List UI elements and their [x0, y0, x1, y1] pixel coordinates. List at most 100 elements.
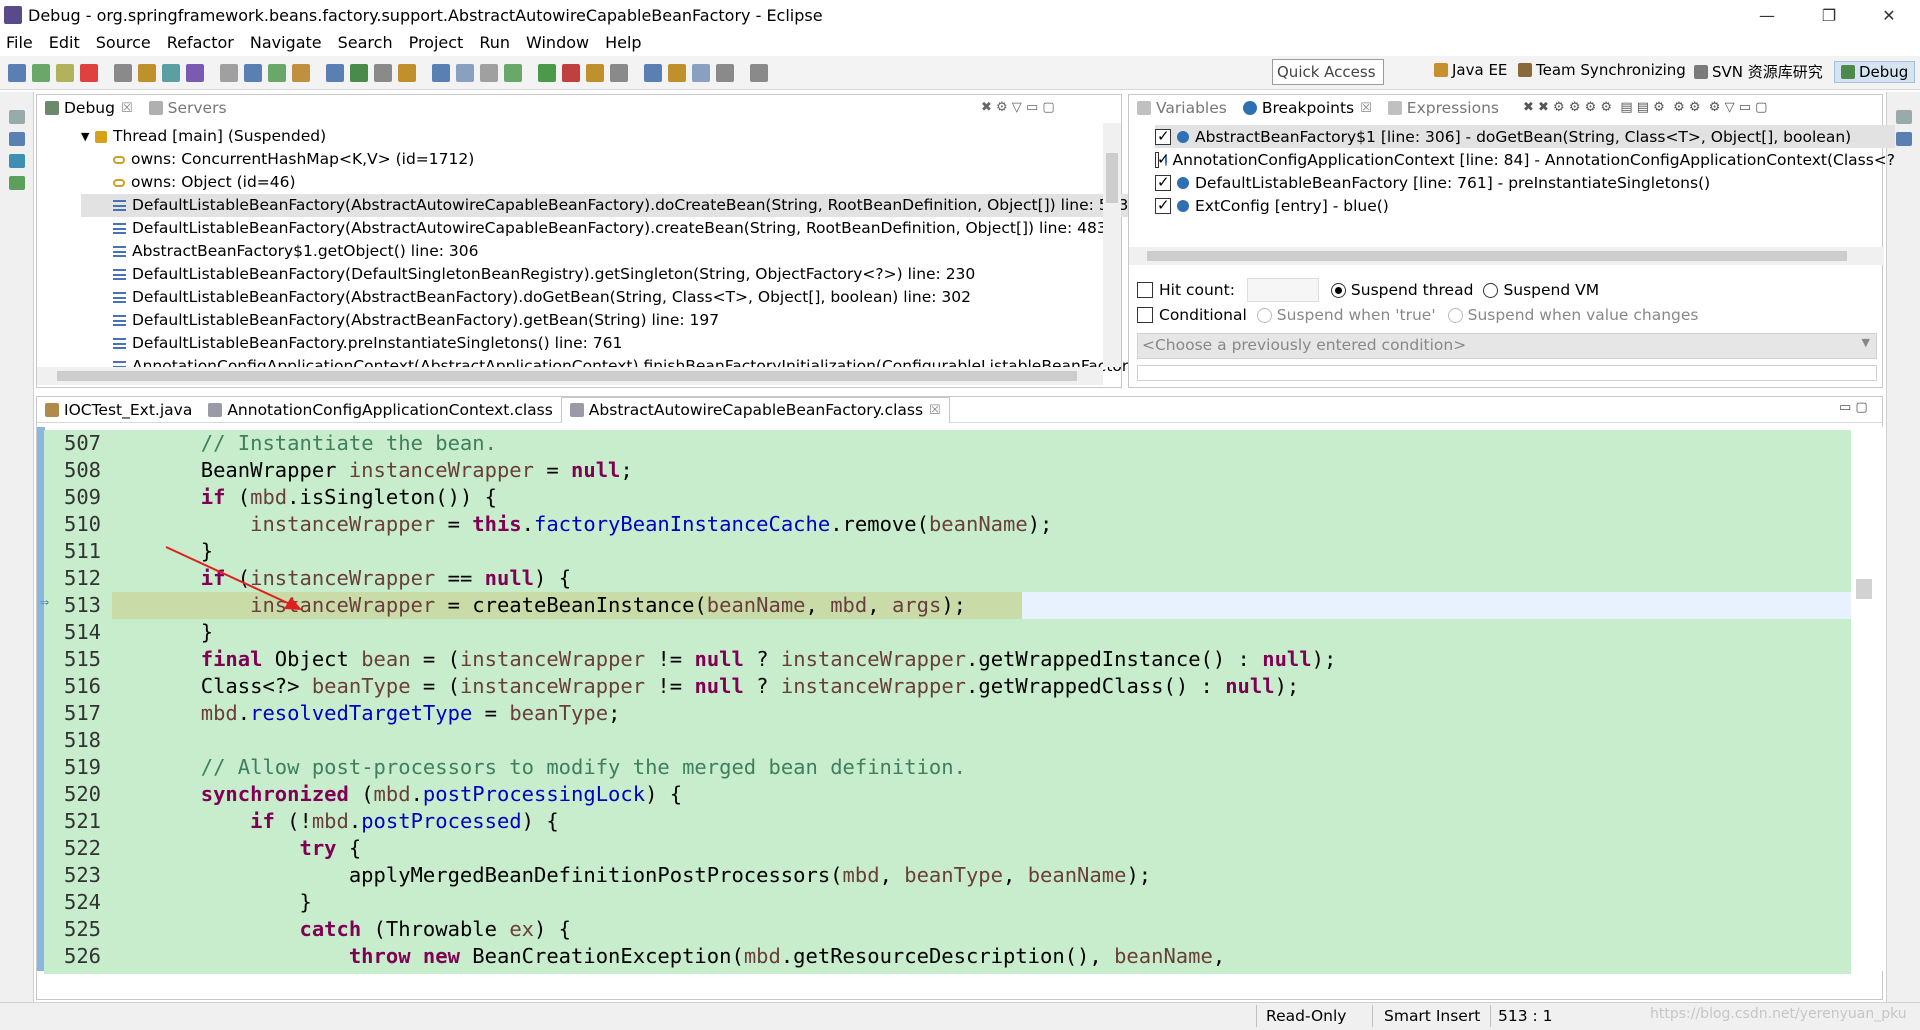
- toolbar-button-icon[interactable]: [562, 64, 580, 82]
- toolbar-button-icon[interactable]: [432, 64, 450, 82]
- scroll-thumb[interactable]: [57, 371, 1077, 381]
- code-line[interactable]: 519 // Allow post-processors to modify t…: [44, 754, 966, 781]
- toolbar-button-icon[interactable]: [80, 64, 98, 82]
- toolbar-button-icon[interactable]: [8, 64, 26, 82]
- hit-count-checkbox[interactable]: [1137, 282, 1153, 298]
- breakpoint-enabled-checkbox[interactable]: [1155, 127, 1171, 145]
- toolbar-button-icon[interactable]: [244, 64, 262, 82]
- breakpoint-item[interactable]: AnnotationConfigApplicationContext [line…: [1155, 148, 1895, 171]
- scroll-thumb[interactable]: [1147, 251, 1847, 261]
- toolbar-button-icon[interactable]: [398, 64, 416, 82]
- toolbar-button-icon[interactable]: [668, 64, 686, 82]
- editor-minmax[interactable]: ▭ ▢: [1839, 400, 1868, 415]
- chevron-down-icon[interactable]: ▼: [1862, 336, 1870, 349]
- tab-expressions[interactable]: Expressions: [1380, 95, 1507, 121]
- editor-tab[interactable]: IOCTest_Ext.java: [37, 397, 200, 423]
- toolbar-button-icon[interactable]: [504, 64, 522, 82]
- breakpoint-enabled-checkbox[interactable]: [1155, 173, 1171, 191]
- toolbar-button-icon[interactable]: [268, 64, 286, 82]
- toolbar-button-icon[interactable]: [292, 64, 310, 82]
- code-line[interactable]: 524 }: [44, 889, 312, 916]
- breakpoint-item[interactable]: AbstractBeanFactory$1 [line: 306] - doGe…: [1155, 125, 1895, 148]
- suspend-thread-radio[interactable]: [1330, 282, 1346, 298]
- chevron-down-icon[interactable]: ▼: [81, 125, 95, 148]
- toolbar-button-icon[interactable]: [456, 64, 474, 82]
- stack-frame[interactable]: DefaultListableBeanFactory(AbstractBeanF…: [81, 309, 1153, 332]
- suspend-when-changes-radio[interactable]: [1447, 307, 1463, 323]
- menu-help[interactable]: Help: [605, 33, 641, 52]
- code-line[interactable]: 509 if (mbd.isSingleton()) {: [44, 484, 497, 511]
- menu-project[interactable]: Project: [409, 33, 464, 52]
- toolbar-button-icon[interactable]: [138, 64, 156, 82]
- quick-access-input[interactable]: Quick Access: [1272, 59, 1384, 85]
- toolbar-button-icon[interactable]: [480, 64, 498, 82]
- breakpoint-enabled-checkbox[interactable]: [1155, 196, 1171, 214]
- close-icon[interactable]: ☒: [121, 101, 133, 116]
- toolbar-button-icon[interactable]: [750, 64, 768, 82]
- minimized-view-icon[interactable]: [9, 110, 25, 124]
- breakpoints-horizontal-scrollbar[interactable]: [1129, 247, 1884, 265]
- menu-run[interactable]: Run: [479, 33, 510, 52]
- outline-icon[interactable]: [1896, 132, 1912, 146]
- toolbar-button-icon[interactable]: [162, 64, 180, 82]
- stack-frame[interactable]: DefaultListableBeanFactory(AbstractAutow…: [81, 194, 1153, 217]
- code-line[interactable]: 515 final Object bean = (instanceWrapper…: [44, 646, 1336, 673]
- view-menu-icon[interactable]: ✖ ⚙ ▽ ▭ ▢: [981, 100, 1055, 115]
- perspective-java-ee[interactable]: Java EE: [1434, 61, 1507, 79]
- stack-frame[interactable]: DefaultListableBeanFactory(DefaultSingle…: [81, 263, 1153, 286]
- tab-servers[interactable]: Servers: [141, 95, 235, 121]
- code-line[interactable]: 522 try {: [44, 835, 361, 862]
- breakpoint-item[interactable]: ExtConfig [entry] - blue(): [1155, 194, 1895, 217]
- editor-tab[interactable]: AnnotationConfigApplicationContext.class: [200, 397, 560, 423]
- code-line[interactable]: 510 instanceWrapper = this.factoryBeanIn…: [44, 511, 1052, 538]
- menu-search[interactable]: Search: [338, 33, 393, 52]
- toolbar-button-icon[interactable]: [114, 64, 132, 82]
- toolbar-button-icon[interactable]: [56, 64, 74, 82]
- close-icon[interactable]: ☒: [929, 403, 941, 418]
- menu-edit[interactable]: Edit: [49, 33, 80, 52]
- debug-horizontal-scrollbar[interactable]: [37, 367, 1103, 385]
- tab-breakpoints[interactable]: Breakpoints ☒: [1234, 95, 1380, 121]
- close-icon[interactable]: ☒: [1360, 101, 1372, 116]
- toolbar-button-icon[interactable]: [716, 64, 734, 82]
- breakpoint-item[interactable]: DefaultListableBeanFactory [line: 761] -…: [1155, 171, 1895, 194]
- toolbar-button-icon[interactable]: [610, 64, 628, 82]
- code-line[interactable]: 525 catch (Throwable ex) {: [44, 916, 571, 943]
- toolbar-button-icon[interactable]: [374, 64, 392, 82]
- thread-node[interactable]: ▼ Thread [main] (Suspended): [81, 125, 1153, 148]
- code-line[interactable]: 508 BeanWrapper instanceWrapper = null;: [44, 457, 633, 484]
- stack-frame[interactable]: DefaultListableBeanFactory.preInstantiat…: [81, 332, 1153, 355]
- menu-source[interactable]: Source: [96, 33, 151, 52]
- breakpoints-toolbar[interactable]: ✖ ✖ ⚙ ⚙ ⚙ ⚙ ▤ ▤ ⚙ ⚙ ⚙ ⚙ ▽ ▭ ▢: [1523, 100, 1767, 115]
- minimized-view-icon[interactable]: [9, 132, 25, 146]
- suspend-vm-radio[interactable]: [1483, 282, 1499, 298]
- toolbar-button-icon[interactable]: [692, 64, 710, 82]
- scroll-thumb[interactable]: [1856, 579, 1872, 599]
- monitor-node[interactable]: owns: Object (id=46): [81, 171, 1153, 194]
- monitor-node[interactable]: owns: ConcurrentHashMap<K,V> (id=1712): [81, 148, 1153, 171]
- condition-editor[interactable]: [1137, 365, 1877, 381]
- toolbar-button-icon[interactable]: [644, 64, 662, 82]
- perspective-svn[interactable]: SVN 资源库研究: [1694, 61, 1823, 82]
- code-line[interactable]: 507 // Instantiate the bean.: [44, 430, 497, 457]
- editor-tab[interactable]: AbstractAutowireCapableBeanFactory.class…: [560, 396, 950, 423]
- perspective-debug[interactable]: Debug: [1834, 61, 1916, 83]
- minimize-button[interactable]: —: [1744, 0, 1790, 30]
- close-button[interactable]: ✕: [1866, 0, 1912, 30]
- conditional-checkbox[interactable]: [1137, 307, 1153, 323]
- toolbar-button-icon[interactable]: [538, 64, 556, 82]
- menu-navigate[interactable]: Navigate: [250, 33, 322, 52]
- code-line[interactable]: 521 if (!mbd.postProcessed) {: [44, 808, 559, 835]
- stack-frame[interactable]: AbstractBeanFactory$1.getObject() line: …: [81, 240, 1153, 263]
- toolbar-button-icon[interactable]: [350, 64, 368, 82]
- code-line[interactable]: 517 mbd.resolvedTargetType = beanType;: [44, 700, 620, 727]
- code-line[interactable]: 520 synchronized (mbd.postProcessingLock…: [44, 781, 682, 808]
- toolbar-button-icon[interactable]: [32, 64, 50, 82]
- suspend-when-true-radio[interactable]: [1256, 307, 1272, 323]
- debug-vertical-scrollbar[interactable]: [1103, 123, 1121, 367]
- code-line[interactable]: 516 Class<?> beanType = (instanceWrapper…: [44, 673, 1299, 700]
- menu-file[interactable]: File: [6, 33, 33, 52]
- tab-variables[interactable]: Variables: [1129, 95, 1235, 121]
- code-line[interactable]: 518: [44, 727, 102, 754]
- menu-refactor[interactable]: Refactor: [167, 33, 234, 52]
